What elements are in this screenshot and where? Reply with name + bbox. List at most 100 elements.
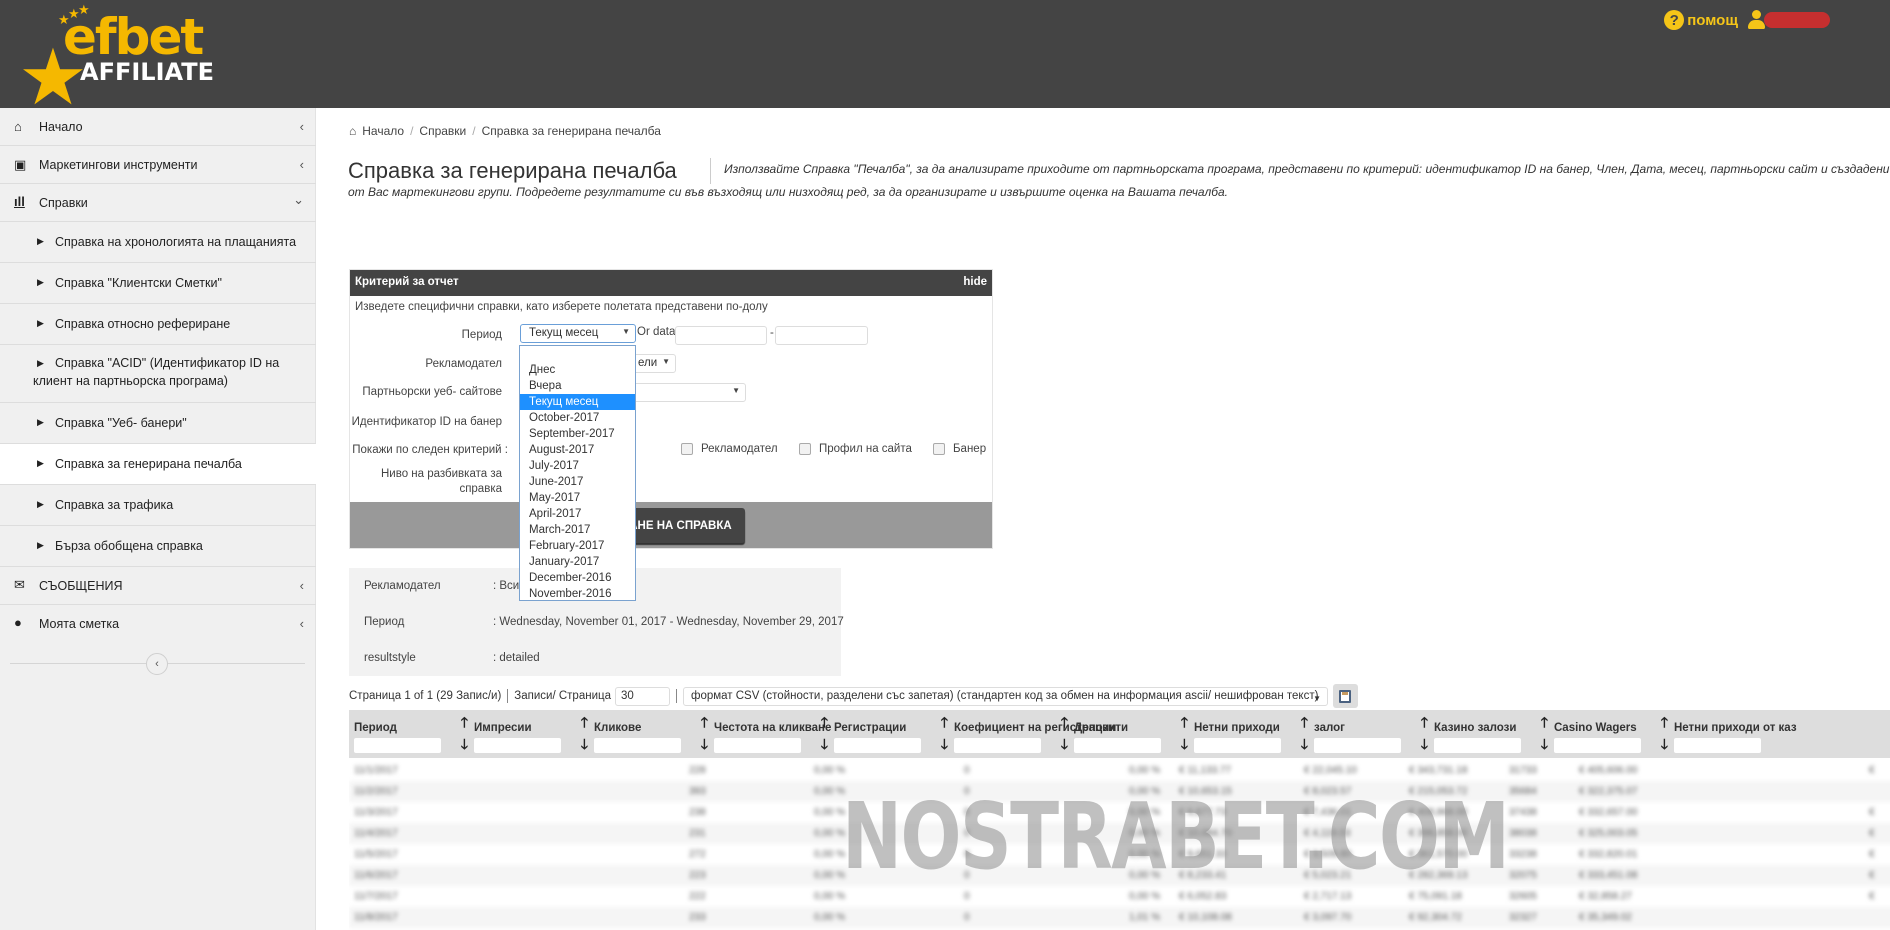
checkbox[interactable] — [799, 443, 811, 455]
sort-ascending-icon[interactable]: 🡑 — [1661, 712, 1668, 736]
user-menu[interactable] — [1748, 10, 1830, 30]
column-filter-input[interactable] — [1314, 738, 1401, 753]
per-page-input[interactable]: 30 — [614, 686, 670, 706]
top-header: ★ ★ ★ ★ efbet AFFILIATE ? помощ — [0, 0, 1890, 116]
period-option[interactable]: February-2017 — [520, 538, 635, 554]
sidebar-collapse-button[interactable]: ‹ — [146, 653, 168, 675]
column-filter-input[interactable] — [1074, 738, 1161, 753]
sidebar-item-messages[interactable]: ✉ СЪОБЩЕНИЯ ‹ — [0, 567, 316, 605]
sort-ascending-icon[interactable]: 🡑 — [1541, 712, 1548, 736]
period-option[interactable]: June-2017 — [520, 474, 635, 490]
sidebar-item-reports[interactable]: ıll Справки ⌄ — [0, 184, 316, 222]
export-format-select[interactable]: формат CSV (стойности, разделени със зап… — [682, 686, 1328, 706]
column-header: Казино залози 🡑 🡓 — [1429, 710, 1549, 758]
period-option[interactable]: December-2016 — [520, 570, 635, 586]
sort-descending-icon[interactable]: 🡓 — [1541, 734, 1548, 758]
show-by-site-profile-checkbox[interactable]: Профил на сайта — [799, 443, 912, 455]
period-option[interactable]: September-2017 — [520, 426, 635, 442]
column-filter-input[interactable] — [1194, 738, 1281, 753]
sort-descending-icon[interactable]: 🡓 — [1301, 734, 1308, 758]
checkbox[interactable] — [681, 443, 693, 455]
show-by-banner-checkbox[interactable]: Банер — [933, 443, 986, 455]
column-filter-input[interactable] — [1554, 738, 1641, 753]
sort-descending-icon[interactable]: 🡓 — [701, 734, 708, 758]
show-by-advertiser-checkbox[interactable]: Рекламодател — [681, 443, 778, 455]
period-option[interactable]: March-2017 — [520, 522, 635, 538]
breadcrumb-separator: / — [410, 124, 414, 138]
table-cell: 222 — [689, 891, 706, 902]
page-description: Използвайте Справка "Печалба", за да ана… — [724, 162, 1890, 176]
sort-ascending-icon[interactable]: 🡑 — [701, 712, 708, 736]
sort-descending-icon[interactable]: 🡓 — [821, 734, 828, 758]
sort-descending-icon[interactable]: 🡓 — [581, 734, 588, 758]
column-filter-input[interactable] — [954, 738, 1041, 753]
sort-descending-icon[interactable]: 🡓 — [1661, 734, 1668, 758]
column-filter-input[interactable] — [1674, 738, 1761, 753]
sort-descending-icon[interactable]: 🡓 — [1061, 734, 1068, 758]
table-cell: 33238 — [1509, 849, 1537, 860]
sidebar-subitem-earnings[interactable]: ▶ Справка за генерирана печалба — [0, 444, 316, 485]
period-option[interactable]: July-2017 — [520, 458, 635, 474]
sidebar-subitem-acid[interactable]: ▶ Справка "ACID" (Идентификатор ID на кл… — [0, 345, 316, 403]
period-option[interactable]: October-2017 — [520, 410, 635, 426]
column-filter-input[interactable] — [354, 738, 441, 753]
sidebar-item-marketing-tools[interactable]: ▣ Маркетингови инструменти ‹ — [0, 146, 316, 184]
sort-descending-icon[interactable]: 🡓 — [1421, 734, 1428, 758]
table-row: 11/1/2017 228 0,00 % 0 0,00 % € 11,133.77 € 22… — [349, 760, 1890, 781]
sort-ascending-icon[interactable]: 🡑 — [1421, 712, 1428, 736]
sidebar-item-label: Моята сметка — [39, 617, 120, 631]
help-link[interactable]: ? помощ — [1664, 10, 1738, 30]
summary-value: : Вси — [493, 580, 520, 592]
period-option[interactable]: April-2017 — [520, 506, 635, 522]
sidebar-subitem-web-banners[interactable]: ▶ Справка "Уеб- банери" — [0, 403, 316, 444]
breadcrumb-reports[interactable]: Справки — [419, 124, 466, 138]
sort-ascending-icon[interactable]: 🡑 — [1061, 712, 1068, 736]
table-cell: 272 — [689, 849, 706, 860]
column-filter-input[interactable] — [474, 738, 561, 753]
sort-descending-icon[interactable]: 🡓 — [461, 734, 468, 758]
period-option[interactable]: Вчера — [520, 378, 635, 394]
efbet-affiliate-logo[interactable]: ★ ★ ★ ★ efbet AFFILIATE — [18, 2, 228, 116]
sidebar-item-label: Начало — [39, 120, 83, 134]
date-to-input[interactable] — [775, 326, 868, 345]
period-option[interactable]: Днес — [520, 362, 635, 378]
column-filter-input[interactable] — [594, 738, 681, 753]
period-select[interactable]: Текущ месец ▼ — [520, 324, 636, 343]
sort-ascending-icon[interactable]: 🡑 — [821, 712, 828, 736]
sort-ascending-icon[interactable]: 🡑 — [461, 712, 468, 736]
sidebar-subitem-referral[interactable]: ▶ Справка относно рефериране — [0, 304, 316, 345]
column-filter-input[interactable] — [1434, 738, 1521, 753]
date-from-input[interactable] — [675, 326, 767, 345]
sort-ascending-icon[interactable]: 🡑 — [581, 712, 588, 736]
divider — [507, 689, 509, 703]
period-option[interactable]: August-2017 — [520, 442, 635, 458]
period-option[interactable]: November-2016 — [520, 586, 635, 602]
sort-ascending-icon[interactable]: 🡑 — [1181, 712, 1188, 736]
hide-panel-link[interactable]: hide — [963, 276, 987, 288]
column-header: Депозити 🡑 🡓 — [1069, 710, 1189, 758]
column-filter-input[interactable] — [834, 738, 921, 753]
period-option[interactable]: Текущ месец — [520, 394, 635, 410]
sort-ascending-icon[interactable]: 🡑 — [941, 712, 948, 736]
table-cell: 11/6/2017 — [354, 870, 398, 881]
sidebar-item-my-account[interactable]: ● Моята сметка ‹ — [0, 605, 316, 643]
export-save-button[interactable] — [1332, 684, 1358, 708]
sidebar-subitem-quick-summary[interactable]: ▶ Бърза обобщена справка — [0, 526, 316, 567]
period-option[interactable]: January-2017 — [520, 554, 635, 570]
sort-ascending-icon[interactable]: 🡑 — [1301, 712, 1308, 736]
period-option[interactable]: May-2017 — [520, 490, 635, 506]
column-filter-input[interactable] — [714, 738, 801, 753]
sidebar-subitem-traffic[interactable]: ▶ Справка за трафика — [0, 485, 316, 526]
period-dropdown-list[interactable]: Днес Вчера Текущ месец October-2017 Septembe… — [519, 345, 636, 601]
sidebar-subitem-client-accounts[interactable]: ▶ Справка "Клиентски Сметки" — [0, 263, 316, 304]
sort-descending-icon[interactable]: 🡓 — [1181, 734, 1188, 758]
sort-descending-icon[interactable]: 🡓 — [941, 734, 948, 758]
table-cell: € 332,820.01 — [1579, 849, 1638, 860]
checkbox[interactable] — [933, 443, 945, 455]
table-cell: € 35,349.02 — [1579, 912, 1632, 923]
sidebar-item-home[interactable]: ⌂ Начало ‹ — [0, 108, 316, 146]
period-option[interactable] — [520, 346, 635, 362]
sidebar-subitem-payment-history[interactable]: ▶ Справка на хронологията на плащанията — [0, 222, 316, 263]
table-cell: 0 — [964, 891, 970, 902]
breadcrumb-home[interactable]: Начало — [362, 124, 404, 138]
